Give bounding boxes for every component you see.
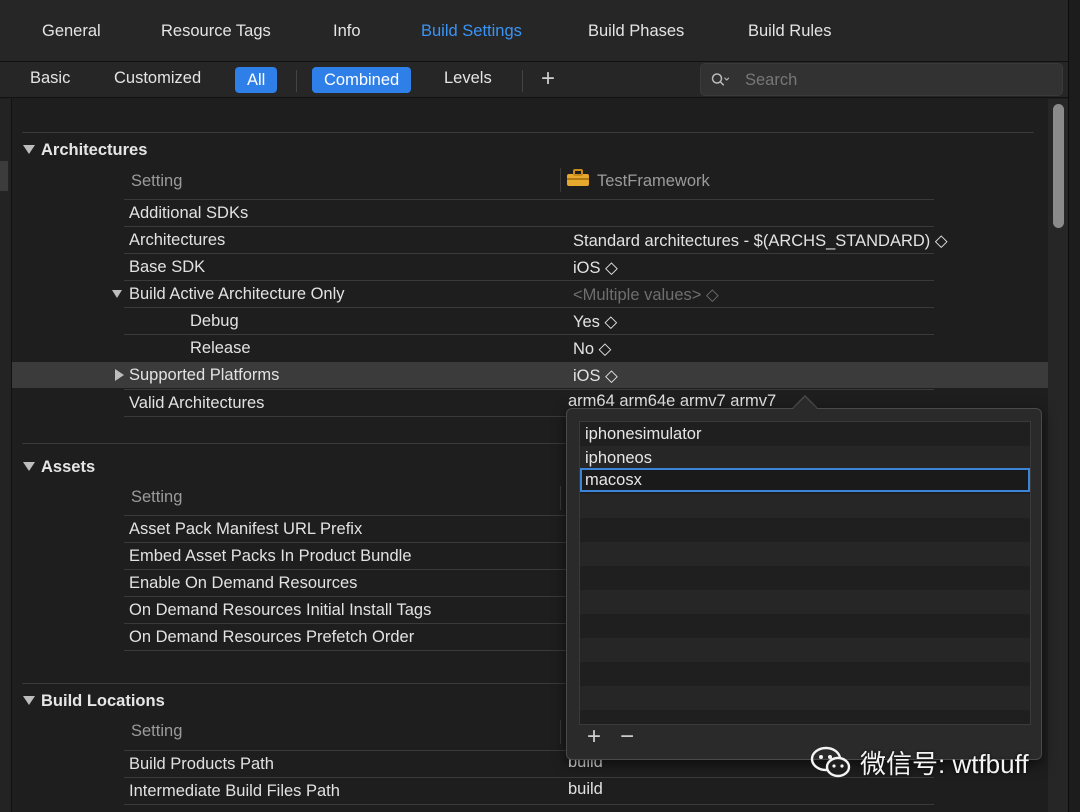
editor-tab-bar: General Resource Tags Info Build Setting… xyxy=(0,0,1080,62)
setting-value[interactable]: iOS ◇ xyxy=(573,258,618,278)
empty-row xyxy=(580,686,1030,710)
setting-value[interactable]: iOS ◇ xyxy=(573,366,618,386)
setting-label[interactable]: Base SDK xyxy=(129,258,205,277)
filter-combined[interactable]: Combined xyxy=(312,67,412,93)
setting-label[interactable]: Enable On Demand Resources xyxy=(129,574,357,593)
filter-customized[interactable]: Customized xyxy=(114,69,201,88)
column-header-setting: Setting xyxy=(131,722,183,740)
disclosure-triangle-icon[interactable] xyxy=(112,290,122,298)
tab-build-rules[interactable]: Build Rules xyxy=(748,22,831,41)
section-title-architectures[interactable]: Architectures xyxy=(41,141,147,160)
filter-separator xyxy=(522,70,523,92)
add-item-button[interactable]: + xyxy=(587,723,601,751)
filter-separator xyxy=(296,70,297,92)
column-header-target: TestFramework xyxy=(597,172,710,190)
search-field[interactable] xyxy=(700,63,1063,96)
setting-label[interactable]: Supported Platforms xyxy=(129,366,279,385)
settings-filter-bar: Basic Customized All Combined Levels + xyxy=(0,62,1080,98)
column-divider xyxy=(560,486,561,510)
wechat-icon xyxy=(810,746,851,778)
setting-label[interactable]: Build Products Path xyxy=(129,755,274,774)
setting-label[interactable]: Release xyxy=(190,339,251,358)
disclosure-triangle-icon[interactable] xyxy=(23,462,35,471)
divider xyxy=(124,307,934,308)
setting-label[interactable]: Asset Pack Manifest URL Prefix xyxy=(129,520,362,539)
tab-general[interactable]: General xyxy=(42,22,101,41)
column-header-setting: Setting xyxy=(131,172,183,190)
setting-label[interactable]: On Demand Resources Initial Install Tags xyxy=(129,601,431,620)
toolbox-icon xyxy=(567,169,589,186)
list-item[interactable]: iphonesimulator xyxy=(580,422,1030,446)
setting-value[interactable]: <Multiple values> ◇ xyxy=(573,285,719,305)
add-setting-button[interactable]: + xyxy=(541,65,555,93)
empty-row xyxy=(580,494,1030,518)
platforms-list[interactable]: iphonesimulator iphoneos macosx xyxy=(579,421,1031,725)
column-divider xyxy=(560,720,561,744)
tab-resource-tags[interactable]: Resource Tags xyxy=(161,22,271,41)
column-header-setting: Setting xyxy=(131,488,183,506)
divider xyxy=(124,804,934,805)
empty-row xyxy=(580,662,1030,686)
tab-build-phases[interactable]: Build Phases xyxy=(588,22,684,41)
setting-label[interactable]: Debug xyxy=(190,312,239,331)
list-item[interactable]: iphoneos xyxy=(580,446,1030,470)
remove-item-button[interactable]: − xyxy=(620,723,634,751)
divider xyxy=(124,334,934,335)
empty-row xyxy=(580,590,1030,614)
setting-label[interactable]: Additional SDKs xyxy=(129,204,248,223)
disclosure-triangle-icon[interactable] xyxy=(23,145,35,154)
divider xyxy=(124,389,934,390)
setting-label[interactable]: Build Active Architecture Only xyxy=(129,285,345,304)
setting-label[interactable]: Architectures xyxy=(129,231,225,250)
right-panel-edge xyxy=(1068,0,1080,812)
popover-arrow-inner xyxy=(793,397,817,409)
setting-value[interactable]: No ◇ xyxy=(573,339,611,359)
sidebar-marker xyxy=(0,161,8,191)
setting-value[interactable]: Standard architectures - $(ARCHS_STANDAR… xyxy=(573,231,948,251)
empty-row xyxy=(580,566,1030,590)
disclosure-triangle-icon[interactable] xyxy=(115,369,124,381)
tab-build-settings[interactable]: Build Settings xyxy=(421,22,522,41)
filter-basic[interactable]: Basic xyxy=(30,69,70,88)
empty-row xyxy=(580,638,1030,662)
watermark: 微信号: wtfbuff xyxy=(810,744,1029,780)
setting-value[interactable]: build xyxy=(568,780,603,799)
divider xyxy=(124,280,934,281)
divider xyxy=(22,132,1034,133)
empty-row xyxy=(580,614,1030,638)
empty-row xyxy=(580,542,1030,566)
empty-row xyxy=(580,518,1030,542)
list-item-editing[interactable]: macosx xyxy=(580,468,1030,492)
section-title-build-locations[interactable]: Build Locations xyxy=(41,692,165,711)
search-input[interactable] xyxy=(745,68,1045,92)
filter-levels[interactable]: Levels xyxy=(444,69,492,88)
section-title-assets[interactable]: Assets xyxy=(41,458,95,477)
platforms-popover: iphonesimulator iphoneos macosx + − xyxy=(566,408,1042,760)
divider xyxy=(124,226,934,227)
disclosure-triangle-icon[interactable] xyxy=(23,696,35,705)
divider xyxy=(124,199,934,200)
empty-row xyxy=(580,710,1030,724)
setting-label[interactable]: On Demand Resources Prefetch Order xyxy=(129,628,414,647)
setting-label[interactable]: Embed Asset Packs In Product Bundle xyxy=(129,547,412,566)
setting-value[interactable]: Yes ◇ xyxy=(573,312,617,332)
search-icon xyxy=(711,73,729,86)
filter-all[interactable]: All xyxy=(235,67,278,93)
column-divider xyxy=(560,168,561,192)
watermark-text: 微信号: wtfbuff xyxy=(860,748,1029,779)
setting-label[interactable]: Intermediate Build Files Path xyxy=(129,782,340,801)
left-sidebar-edge xyxy=(0,99,12,812)
tab-info[interactable]: Info xyxy=(333,22,361,41)
setting-label[interactable]: Valid Architectures xyxy=(129,394,264,413)
divider xyxy=(124,253,934,254)
scrollbar-thumb[interactable] xyxy=(1053,104,1064,228)
